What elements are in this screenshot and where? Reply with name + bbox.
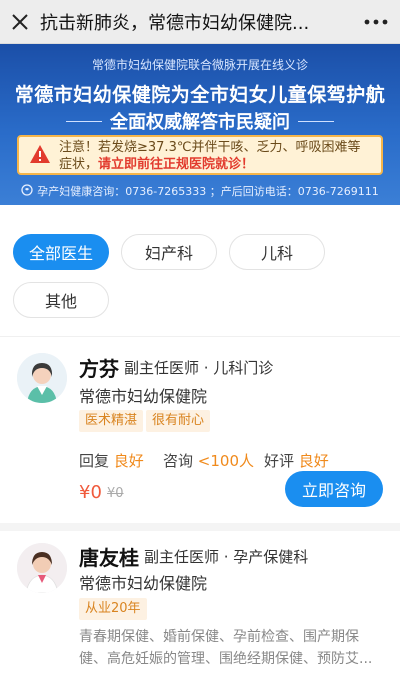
- reply-label: 回复: [79, 452, 110, 470]
- doctor-tag: 从业20年: [79, 598, 147, 620]
- consult-price: ¥0: [79, 482, 102, 503]
- doctor-name: 唐友桂: [79, 546, 139, 570]
- doctor-name: 方芬: [79, 357, 119, 381]
- banner-headline: 常德市妇幼保健院为全市妇女儿童保驾护航: [14, 84, 386, 106]
- avatar: [17, 543, 67, 593]
- consult-label: 咨询: [163, 452, 194, 470]
- filter-pediatrics[interactable]: 儿科: [229, 234, 325, 270]
- doctor-card[interactable]: 唐友桂 副主任医师 · 孕产保健科 常德市妇幼保健院 从业20年 青春期保健、婚…: [0, 531, 400, 681]
- doctor-hospital: 常德市妇幼保健院: [79, 387, 208, 406]
- doctor-title: 副主任医师 · 孕产保健科: [144, 548, 309, 566]
- filter-obstetrics[interactable]: 妇产科: [121, 234, 217, 270]
- campaign-banner[interactable]: 常德市妇幼保健院联合微脉开展在线义诊 常德市妇幼保健院为全市妇女儿童保驾护航 全…: [0, 44, 400, 205]
- consult-now-button[interactable]: 立即咨询: [285, 471, 383, 507]
- doctor-tag: 医术精湛: [79, 410, 144, 432]
- card-separator: [0, 523, 400, 531]
- rating-label: 好评: [264, 452, 295, 470]
- warning-notice: 注意！若发烧≥37.3℃并伴干咳、乏力、呼吸困难等症状，请立即前往正规医院就诊！: [17, 135, 383, 175]
- more-icon[interactable]: [352, 0, 400, 44]
- banner-top-line: 常德市妇幼保健院联合微脉开展在线义诊: [91, 58, 308, 72]
- reply-value: 良好: [113, 452, 144, 470]
- original-price: ¥0: [107, 486, 124, 501]
- consult-stat: 咨询 <100人: [163, 450, 254, 471]
- banner-footer: 孕产妇健康咨询：0736-7265333 ；产后回访电话：0736-726911…: [0, 183, 400, 199]
- hotline-text: 孕产妇健康咨询：0736-7265333 ；产后回访电话：0736-726911…: [37, 185, 379, 198]
- avatar: [17, 353, 67, 403]
- rating-value: 良好: [298, 452, 329, 470]
- department-filter: 全部医生 妇产科 儿科 其他: [0, 205, 400, 335]
- warning-icon: [29, 144, 51, 169]
- doctor-card[interactable]: 方芬 副主任医师 · 儿科门诊 常德市妇幼保健院 医术精湛 很有耐心 回复 良好…: [0, 337, 400, 523]
- doctor-title: 副主任医师 · 儿科门诊: [124, 359, 274, 377]
- divider-line: [298, 120, 334, 122]
- filter-all-doctors[interactable]: 全部医生: [13, 234, 109, 270]
- reply-stat: 回复 良好: [79, 450, 144, 471]
- page-title: 抗击新肺炎，常德市妇幼保健院...: [40, 12, 310, 34]
- doctor-hospital: 常德市妇幼保健院: [79, 574, 208, 593]
- doctor-tag: 很有耐心: [146, 410, 211, 432]
- close-icon[interactable]: [0, 0, 40, 44]
- doctor-specialty: 青春期保健、婚前保健、孕前检查、围产期保健、高危妊娠的管理、围绝经期保健、预防艾…: [79, 629, 373, 667]
- filter-others[interactable]: 其他: [13, 282, 109, 318]
- banner-subline: 全面权威解答市民疑问: [110, 112, 290, 133]
- divider-line: [66, 120, 102, 122]
- rating-stat: 好评 良好: [264, 450, 329, 471]
- consult-value: <100人: [197, 452, 254, 470]
- banner-subline-row: 全面权威解答市民疑问: [0, 108, 400, 134]
- notice-highlight: 请立即前往正规医院就诊！: [98, 157, 255, 172]
- hotline-icon: [21, 183, 33, 199]
- top-navigation-bar: 抗击新肺炎，常德市妇幼保健院...: [0, 0, 400, 44]
